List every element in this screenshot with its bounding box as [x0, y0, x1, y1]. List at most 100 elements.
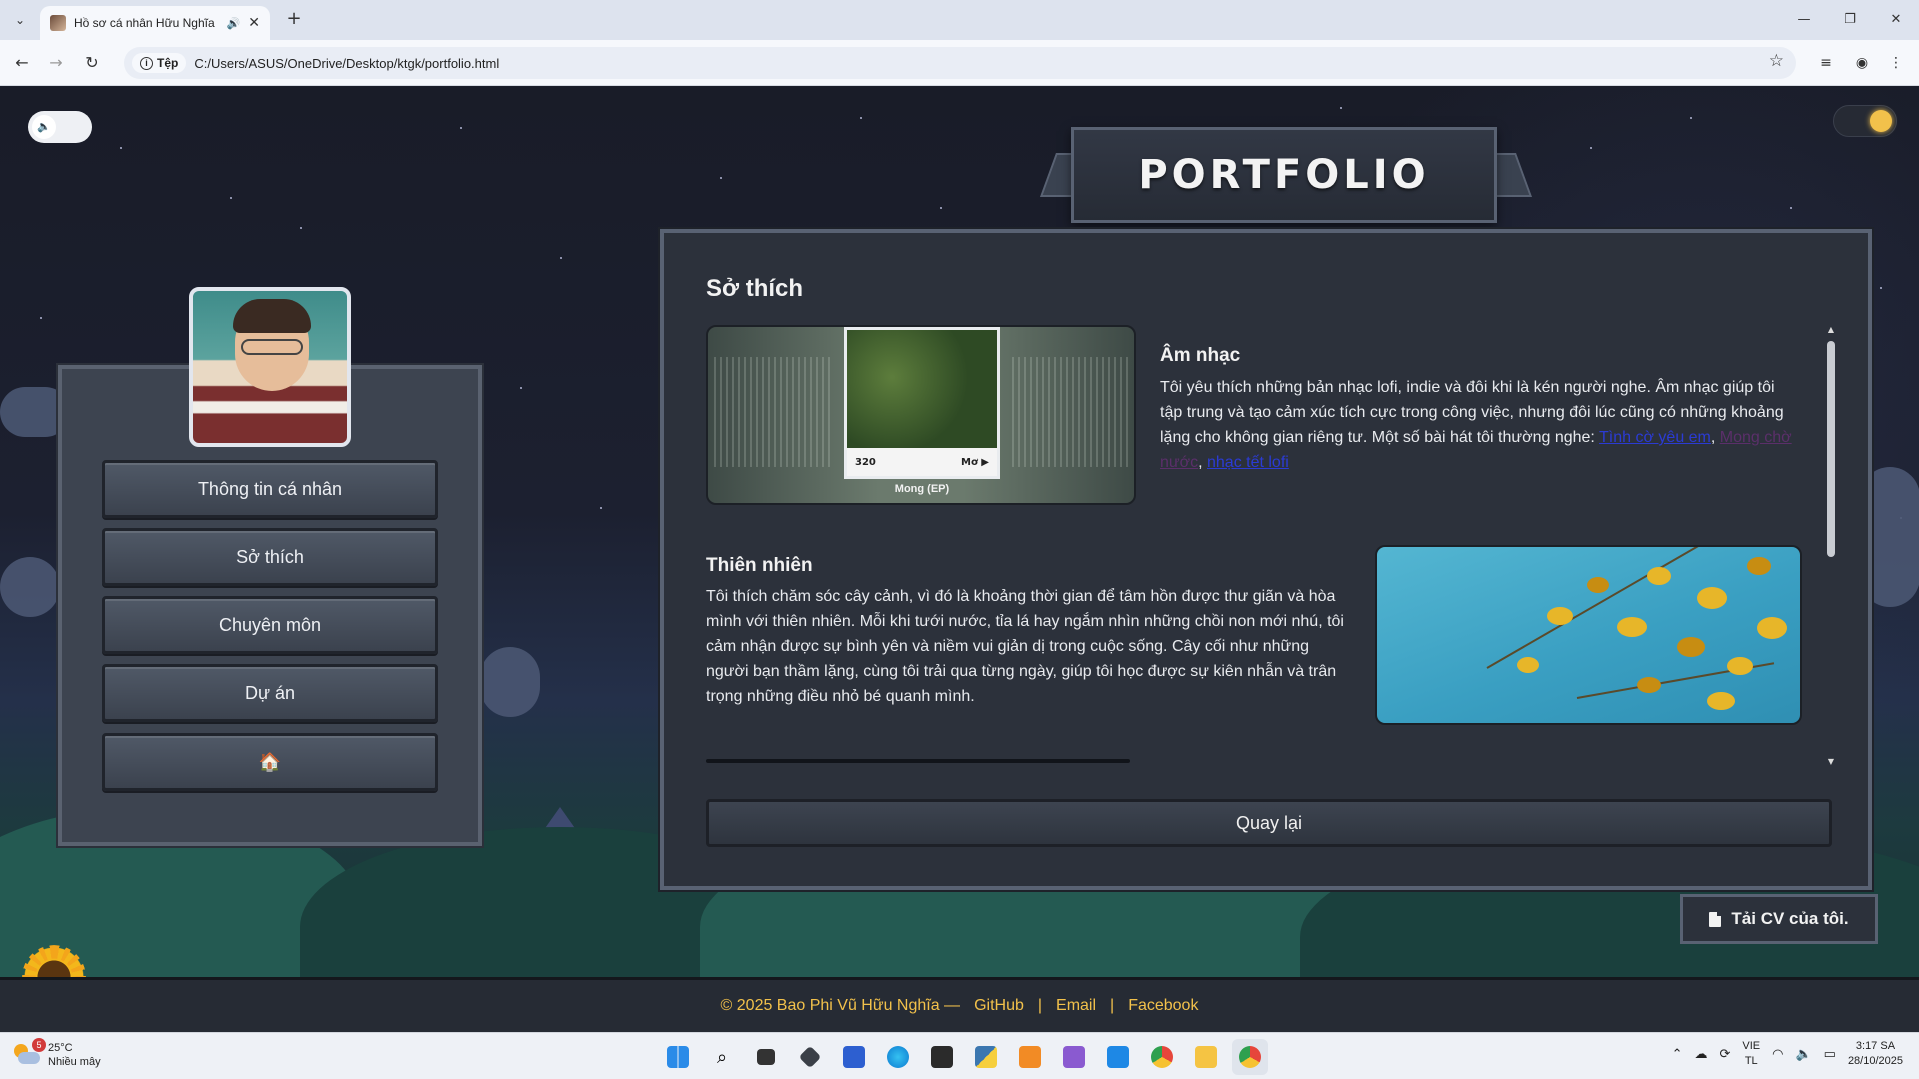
- music-album-image: 320 Mơ ▶ Mong (EP): [706, 325, 1136, 505]
- input-language[interactable]: VIE TL: [1742, 1039, 1760, 1069]
- media-queue-icon[interactable]: ≡: [1814, 51, 1838, 75]
- scroll-down-icon[interactable]: ▼: [1826, 757, 1836, 767]
- clock[interactable]: 3:17 SA 28/10/2025: [1848, 1039, 1903, 1069]
- nature-heading: Thiên nhiên: [706, 555, 813, 576]
- nature-paragraph: Tôi thích chăm sóc cây cảnh, vì đó là kh…: [706, 588, 1344, 705]
- close-tab-icon[interactable]: ✕: [248, 15, 260, 31]
- vscode-icon[interactable]: [1100, 1039, 1136, 1075]
- reload-icon[interactable]: ↻: [80, 51, 104, 75]
- back-button[interactable]: Quay lại: [706, 799, 1832, 847]
- theme-toggle[interactable]: [1833, 105, 1897, 137]
- music-paragraph: Tôi yêu thích những bản nhạc lofi, indie…: [1160, 379, 1792, 471]
- browser-tab[interactable]: Hồ sơ cá nhân Hữu Nghĩa 🔊 ✕: [40, 6, 270, 40]
- unity-icon[interactable]: [792, 1039, 828, 1075]
- content-scrollbar[interactable]: ▲ ▼: [1824, 325, 1838, 769]
- chevron-up-icon[interactable]: ⌃: [1672, 1046, 1683, 1062]
- more-menu-icon[interactable]: ⋮: [1884, 51, 1908, 75]
- download-cv-label: Tải CV của tôi.: [1731, 909, 1849, 928]
- weather-widget[interactable]: 5 25°C Nhiều mây: [14, 1038, 101, 1069]
- menu-button-personal-info[interactable]: Thông tin cá nhân: [102, 460, 438, 518]
- forward-arrow-icon[interactable]: →: [44, 51, 68, 75]
- os-taskbar: 5 25°C Nhiều mây ⌕ ⌃ ☁ ⟳ VIE TL ◠ 🔈 ▭ 3:…: [0, 1032, 1919, 1079]
- footer-link-facebook[interactable]: Facebook: [1128, 997, 1198, 1015]
- main-content-panel: Sở thích 320 Mơ ▶ Mong (EP) Âm nhạc Tôi …: [660, 229, 1872, 890]
- waveform-right: [1012, 357, 1132, 467]
- home-icon: 🏠: [258, 751, 282, 772]
- system-tray: ⌃ ☁ ⟳ VIE TL ◠ 🔈 ▭ 3:17 SA 28/10/2025: [1672, 1039, 1903, 1069]
- python-icon[interactable]: [968, 1039, 1004, 1075]
- tab-list-chevron-icon[interactable]: ⌄: [8, 8, 32, 32]
- speaker-icon[interactable]: 🔊: [227, 17, 241, 30]
- scroll-up-icon[interactable]: ▲: [1826, 325, 1836, 335]
- document-icon: [1709, 911, 1722, 927]
- clock-time: 3:17 SA: [1855, 1040, 1896, 1052]
- music-heading: Âm nhạc: [1160, 345, 1241, 366]
- tab-favicon-icon: [50, 15, 66, 31]
- search-icon[interactable]: ⌕: [704, 1039, 740, 1075]
- clock-date: 28/10/2025: [1847, 1055, 1903, 1067]
- chrome-icon[interactable]: [1232, 1039, 1268, 1075]
- scrollbar-thumb[interactable]: [1827, 341, 1835, 557]
- section-divider: [706, 759, 1130, 763]
- chrome-canary-icon[interactable]: [1144, 1039, 1180, 1075]
- close-window-icon[interactable]: ✕: [1878, 8, 1914, 32]
- avatar: [189, 287, 351, 447]
- download-cv-button[interactable]: Tải CV của tôi.: [1680, 894, 1878, 944]
- edge-icon[interactable]: [880, 1039, 916, 1075]
- footer-copyright: © 2025 Bao Phi Vũ Hữu Nghĩa —: [720, 997, 961, 1014]
- taskbar-apps: ⌕: [660, 1039, 1268, 1075]
- browser-tab-bar: ⌄ Hồ sơ cá nhân Hữu Nghĩa 🔊 ✕ + — ❐ ✕: [0, 0, 1919, 40]
- sync-icon[interactable]: ⟳: [1719, 1046, 1730, 1062]
- tab-title: Hồ sơ cá nhân Hữu Nghĩa: [74, 16, 215, 30]
- volume-icon[interactable]: 🔈: [1795, 1046, 1811, 1062]
- new-tab-plus-icon[interactable]: +: [282, 8, 306, 32]
- cloud: [0, 557, 60, 617]
- footer-link-email[interactable]: Email: [1056, 997, 1096, 1015]
- sound-toggle[interactable]: 🔈: [28, 111, 92, 143]
- site-chip-label: Tệp: [157, 56, 179, 70]
- footer-separator: |: [1037, 997, 1043, 1014]
- bookmark-star-icon[interactable]: ☆: [1769, 51, 1784, 71]
- site-info-chip[interactable]: i Tệp: [132, 53, 187, 73]
- back-arrow-icon[interactable]: ←: [10, 51, 34, 75]
- song-link[interactable]: Tình cờ yêu em: [1599, 429, 1711, 446]
- wifi-icon[interactable]: ◠: [1772, 1046, 1783, 1062]
- hobbies-scroll-area[interactable]: 320 Mơ ▶ Mong (EP) Âm nhạc Tôi yêu thích…: [706, 325, 1806, 765]
- profile-icon[interactable]: ◉: [1850, 51, 1874, 75]
- minimize-icon[interactable]: —: [1786, 8, 1822, 32]
- battery-icon[interactable]: ▭: [1824, 1046, 1836, 1062]
- address-toolbar: ← → ↻ i Tệp C:/Users/ASUS/OneDrive/Deskt…: [0, 40, 1919, 86]
- url-text[interactable]: C:/Users/ASUS/OneDrive/Desktop/ktgk/port…: [194, 56, 499, 71]
- address-bar[interactable]: i Tệp C:/Users/ASUS/OneDrive/Desktop/ktg…: [124, 47, 1796, 79]
- footer-link-github[interactable]: GitHub: [974, 997, 1024, 1015]
- task-view-icon[interactable]: [748, 1039, 784, 1075]
- menu-button-projects[interactable]: Dự án: [102, 664, 438, 722]
- menu-button-hobbies[interactable]: Sở thích: [102, 528, 438, 586]
- sublime-icon[interactable]: [1012, 1039, 1048, 1075]
- page-footer: © 2025 Bao Phi Vũ Hữu Nghĩa — GitHub | E…: [0, 977, 1919, 1032]
- onedrive-icon[interactable]: ☁: [1694, 1046, 1707, 1062]
- weather-temp: 25°C: [48, 1042, 73, 1054]
- windows-start-icon[interactable]: [660, 1039, 696, 1075]
- cloud: [480, 647, 540, 717]
- restore-icon[interactable]: ❐: [1832, 8, 1868, 32]
- weather-desc: Nhiều mây: [48, 1056, 101, 1068]
- visual-studio-icon[interactable]: [1056, 1039, 1092, 1075]
- home-button[interactable]: 🏠: [102, 733, 438, 791]
- album-play-label: Mơ ▶: [961, 456, 989, 468]
- info-icon: i: [140, 56, 153, 70]
- terminal-icon[interactable]: [924, 1039, 960, 1075]
- song-link[interactable]: nhạc tết lofi: [1207, 454, 1289, 471]
- ginkgo-tree-image: [1375, 545, 1802, 725]
- visual-studio-installer-icon[interactable]: [836, 1039, 872, 1075]
- section-title: Sở thích: [706, 275, 804, 302]
- page-title: PORTFOLIO: [1138, 152, 1430, 198]
- album-number: 320: [855, 456, 876, 468]
- portfolio-banner: PORTFOLIO: [1071, 127, 1497, 223]
- menu-button-expertise[interactable]: Chuyên môn: [102, 596, 438, 654]
- file-explorer-icon[interactable]: [1188, 1039, 1224, 1075]
- weather-badge: 5: [32, 1038, 46, 1052]
- footer-separator: |: [1110, 997, 1115, 1014]
- album-caption: Mong (EP): [894, 483, 950, 495]
- waveform-left: [714, 357, 834, 467]
